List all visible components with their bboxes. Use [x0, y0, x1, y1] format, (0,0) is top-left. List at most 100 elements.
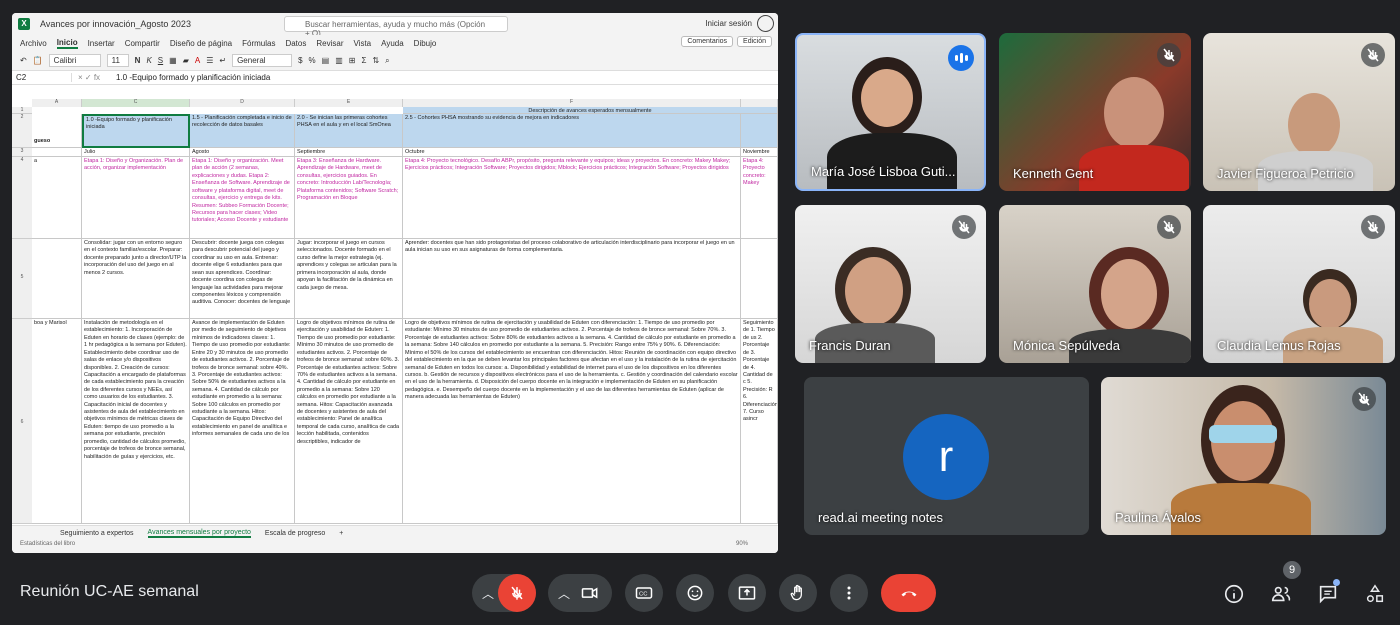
participant-tile-8[interactable]: Paulina Ávalos: [1101, 377, 1386, 535]
col-header-a[interactable]: A: [32, 99, 82, 107]
row-header-3[interactable]: 3: [12, 148, 32, 157]
insert-cells-icon[interactable]: ⊞: [349, 56, 356, 65]
participant-tile-6[interactable]: Claudia Lemus Rojas: [1203, 205, 1395, 363]
comments-button[interactable]: Comentarios: [681, 36, 734, 47]
cell-a3[interactable]: [32, 148, 82, 157]
cell-c3[interactable]: Julio: [82, 148, 190, 157]
participant-tile-3[interactable]: Javier Figueroa Petricio: [1203, 33, 1395, 191]
participant-tile-2[interactable]: Kenneth Gent: [999, 33, 1191, 191]
menu-review[interactable]: Revisar: [316, 39, 343, 48]
camera-options-chevron-icon[interactable]: ︿: [558, 585, 570, 602]
participant-tile-5[interactable]: Mónica Sepúlveda: [999, 205, 1191, 363]
formula-input[interactable]: 1.0 -Equipo formado y planificación inic…: [116, 73, 270, 82]
cell-f6[interactable]: Logro de objetivos mínimos de rutina de …: [403, 319, 741, 524]
font-size-select[interactable]: 11: [106, 54, 129, 67]
cell-d5[interactable]: Descubrir: docente juega con colegas par…: [190, 239, 295, 319]
activities-button[interactable]: [1362, 581, 1388, 607]
cell-g5[interactable]: [741, 239, 778, 319]
cell-a5[interactable]: [32, 239, 82, 319]
cell-e4[interactable]: Etapa 3: Enseñanza de Hardware. Aprendiz…: [295, 157, 403, 239]
fx-icon[interactable]: × ✓ fx: [72, 73, 116, 82]
menu-data[interactable]: Datos: [285, 39, 306, 48]
menu-insert[interactable]: Insertar: [88, 39, 115, 48]
cell-g4[interactable]: Etapa 4: Proyecto concreto: Makey: [741, 157, 778, 239]
menu-file[interactable]: Archivo: [20, 39, 47, 48]
row-header-2[interactable]: 2: [12, 114, 32, 148]
workbook-title[interactable]: Avances por innovación_Agosto 2023: [40, 19, 191, 29]
cell-f4[interactable]: Etapa 4: Proyecto tecnológico. Desafío A…: [403, 157, 741, 239]
row-header-1[interactable]: 1: [12, 107, 32, 114]
wrap-text-icon[interactable]: ↵: [219, 56, 226, 65]
menu-draw[interactable]: Dibujo: [414, 39, 437, 48]
cell-a2[interactable]: gueso: [32, 114, 82, 148]
bold-icon[interactable]: N: [135, 56, 141, 65]
add-sheet-icon[interactable]: +: [339, 530, 343, 537]
captions-button[interactable]: CC: [625, 574, 663, 612]
zoom-level[interactable]: 90%: [736, 541, 748, 547]
cell-e5[interactable]: Jugar: incorporar el juego en cursos sel…: [295, 239, 403, 319]
row-header-4[interactable]: 4: [12, 157, 32, 239]
participant-tile-7[interactable]: r read.ai meeting notes: [804, 377, 1089, 535]
col-header-e[interactable]: E: [295, 99, 403, 107]
edit-mode-button[interactable]: Edición: [737, 36, 772, 47]
meeting-info-button[interactable]: [1221, 581, 1247, 607]
cell-d3[interactable]: Agosto: [190, 148, 295, 157]
menu-page-layout[interactable]: Diseño de página: [170, 39, 232, 48]
sheet-tab-seguimiento[interactable]: Seguimiento a expertos: [60, 530, 134, 537]
font-color-icon[interactable]: A: [195, 56, 200, 65]
sort-filter-icon[interactable]: ⇅: [372, 56, 379, 65]
italic-icon[interactable]: K: [146, 56, 151, 65]
menu-share[interactable]: Compartir: [125, 39, 160, 48]
find-icon[interactable]: ⌕: [385, 56, 389, 66]
fill-color-icon[interactable]: ▰: [183, 56, 189, 65]
present-button[interactable]: [728, 574, 766, 612]
percent-icon[interactable]: %: [309, 56, 316, 65]
signin-link[interactable]: Iniciar sesión: [705, 19, 752, 28]
font-name-select[interactable]: Calibri: [48, 54, 101, 67]
cell-e3[interactable]: Septiembre: [295, 148, 403, 157]
underline-icon[interactable]: S: [158, 56, 163, 65]
cell-a4[interactable]: a: [32, 157, 82, 239]
cell-c2[interactable]: 1.0 -Equipo formado y planificación inic…: [82, 114, 190, 148]
mic-options-chevron-icon[interactable]: ︿: [482, 585, 494, 602]
col-header-c[interactable]: C: [82, 99, 190, 107]
chat-button[interactable]: [1315, 579, 1341, 607]
reactions-button[interactable]: [676, 574, 714, 612]
align-icon[interactable]: ☰: [206, 56, 213, 65]
row-header-6[interactable]: 6: [12, 319, 32, 524]
name-box[interactable]: C2: [12, 73, 72, 82]
workbook-stats[interactable]: Estadísticas del libro: [20, 541, 75, 547]
leave-call-button[interactable]: [881, 574, 936, 612]
more-options-button[interactable]: [830, 574, 868, 612]
menu-view[interactable]: Vista: [353, 39, 371, 48]
spreadsheet-grid[interactable]: A C D E F 1 2 3 4 5 6 Descripción de ava…: [12, 99, 778, 524]
number-format-select[interactable]: General: [232, 54, 293, 67]
cell-f5[interactable]: Aprender: docentes que han sido protagon…: [403, 239, 741, 319]
raise-hand-button[interactable]: [779, 574, 817, 612]
currency-icon[interactable]: $: [298, 56, 302, 65]
cell-d4[interactable]: Etapa 1: Diseño y organización. Meet pla…: [190, 157, 295, 239]
row-header-5[interactable]: 5: [12, 239, 32, 319]
cell-d2[interactable]: 1.5 - Planificación completada e inicio …: [190, 114, 295, 148]
col-header-f[interactable]: F: [403, 99, 741, 107]
undo-icon[interactable]: ↶: [20, 56, 27, 65]
cell-c6[interactable]: Instalación de metodología en el estable…: [82, 319, 190, 524]
search-input[interactable]: Buscar herramientas, ayuda y mucho más (…: [284, 16, 508, 38]
cell-g2[interactable]: [741, 114, 778, 148]
cell-f2[interactable]: 2.5 - Cohortes PHSA mostrando su evidenc…: [403, 114, 741, 148]
menu-home[interactable]: Inicio: [56, 38, 78, 49]
cell-e2[interactable]: 2.0 - Se inician las primeras cohortes P…: [295, 114, 403, 148]
cell-c5[interactable]: Consolidar: jugar con un entorno seguro …: [82, 239, 190, 319]
sheet-tab-escala[interactable]: Escala de progreso: [265, 530, 325, 537]
participant-tile-4[interactable]: Francis Duran: [795, 205, 986, 363]
autosum-icon[interactable]: Σ: [361, 56, 366, 65]
cell-a6[interactable]: boa y Marisol: [32, 319, 82, 524]
people-button[interactable]: [1268, 581, 1294, 607]
camera-icon[interactable]: [580, 583, 600, 603]
sheet-tab-avances[interactable]: Avances mensuales por proyecto: [147, 529, 251, 538]
mic-toggle-button[interactable]: [498, 574, 536, 612]
col-header-d[interactable]: D: [190, 99, 295, 107]
borders-icon[interactable]: ▦: [169, 56, 177, 65]
header-banner[interactable]: Descripción de avances esperados mensual…: [403, 107, 778, 114]
cell-g3[interactable]: Noviembre: [741, 148, 778, 157]
